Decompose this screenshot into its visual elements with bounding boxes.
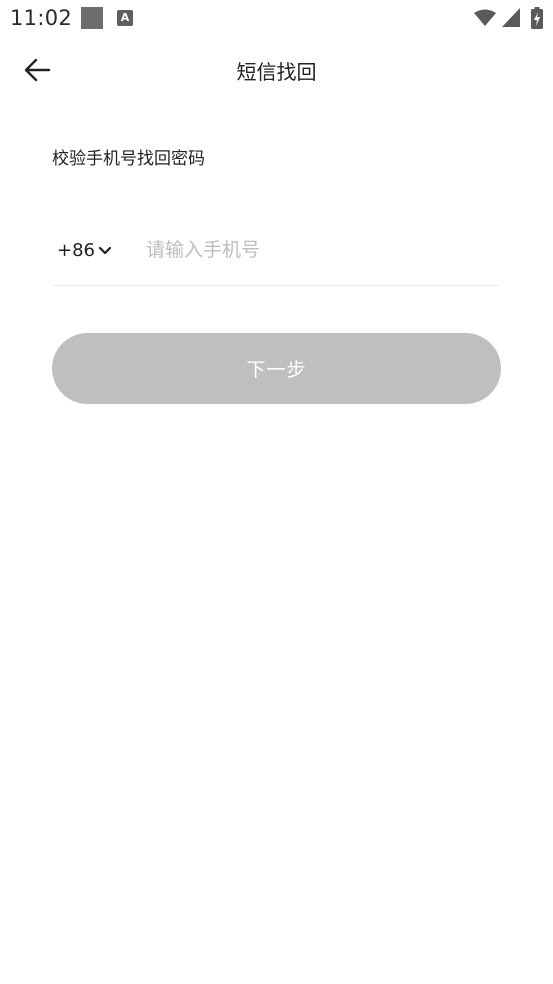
phone-input-row: +86 — [52, 222, 500, 286]
header: 短信找回 — [0, 44, 553, 94]
next-step-button[interactable]: 下一步 — [52, 333, 501, 404]
notification-app-icon — [81, 7, 103, 29]
wifi-icon — [474, 9, 496, 26]
cell-signal-icon — [502, 8, 520, 27]
phone-number-input[interactable] — [146, 232, 486, 268]
status-bar: 11:02 A — [0, 0, 553, 38]
status-time: 11:02 — [10, 6, 73, 30]
notification-a-icon: A — [117, 10, 133, 26]
chevron-down-icon — [98, 246, 112, 255]
battery-charging-icon — [531, 7, 543, 29]
country-code-selector[interactable]: +86 — [57, 238, 112, 262]
page-title: 短信找回 — [236, 60, 317, 84]
country-code-label: +86 — [57, 239, 95, 261]
page-subtitle: 校验手机号找回密码 — [52, 149, 205, 169]
